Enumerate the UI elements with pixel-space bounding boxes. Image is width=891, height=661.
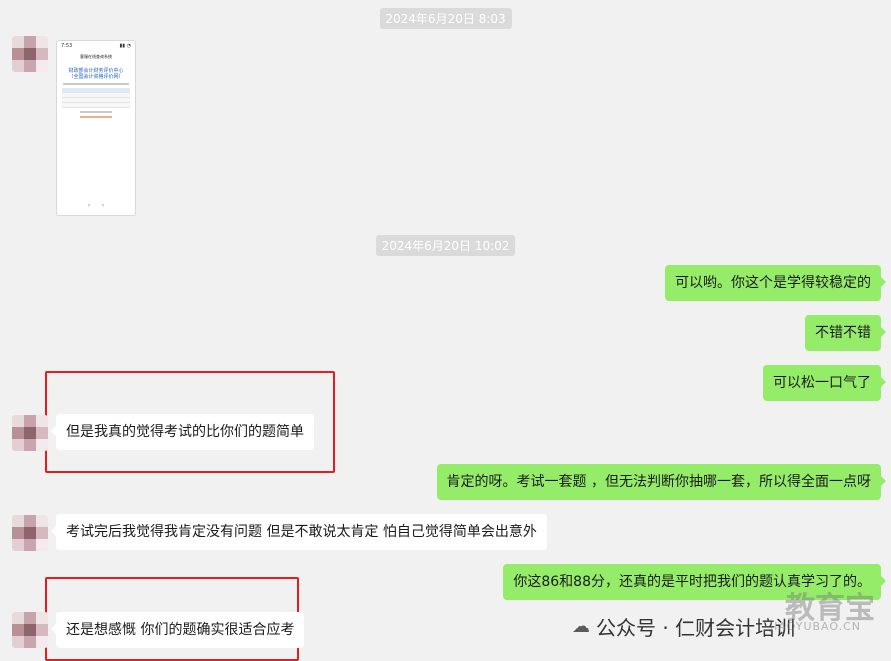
contact-avatar[interactable] — [12, 36, 48, 72]
phone-time: 7:53 — [61, 43, 73, 49]
phone-text-line — [80, 111, 112, 113]
phone-signal-icon: ▮▮ ◔ — [119, 43, 131, 49]
account-watermark: ☁ 公众号 · 仁财会计培训 — [572, 612, 795, 641]
message-bubble-out[interactable]: 肯定的呀。考试一套题 ，但无法判断你抽哪一套，所以得全面一点呀 — [436, 464, 887, 500]
timestamp: 2024年6月20日 8:03 — [379, 8, 512, 29]
message-bubble-out[interactable]: 可以哟。你这个是学得较稳定的 — [665, 265, 886, 301]
phone-title-line2: （全国会计资格评价网） — [68, 74, 124, 80]
account-watermark-text: 公众号 · 仁财会计培训 — [596, 616, 796, 640]
message-bubble-out[interactable]: 不错不错 — [805, 315, 886, 351]
contact-avatar[interactable] — [12, 612, 48, 648]
contact-avatar[interactable] — [12, 515, 48, 551]
phone-text-line — [63, 83, 129, 85]
timestamp: 2024年6月20日 10:02 — [375, 235, 516, 256]
contact-avatar[interactable] — [12, 415, 48, 451]
message-bubble-in[interactable]: 还是想感慨 你们的题确实很适合应考 — [50, 612, 305, 648]
phone-nav-title: 客服在线查询系统 — [80, 54, 112, 59]
wechat-icon: ☁ — [572, 616, 590, 637]
message-bubble-out[interactable]: 可以松一口气了 — [763, 365, 886, 401]
message-bubble-in[interactable]: 但是我真的觉得考试的比你们的题简单 — [51, 414, 314, 450]
phone-text-line — [80, 116, 112, 118]
screenshot-image-message[interactable]: 7:53 ▮▮ ◔ 客服在线查询系统 财政部会计财务评价中心 （全国会计资格评价… — [56, 40, 136, 216]
brand-url-watermark: JIAOYUBAO.CN — [769, 620, 861, 633]
message-bubble-in[interactable]: 考试完后我觉得我肯定没有问题 但是不敢说太肯定 怕自己觉得简单会出意外 — [51, 514, 547, 550]
phone-score-table — [62, 88, 130, 108]
phone-nav-arrows-icon: ‹ › — [87, 202, 105, 209]
